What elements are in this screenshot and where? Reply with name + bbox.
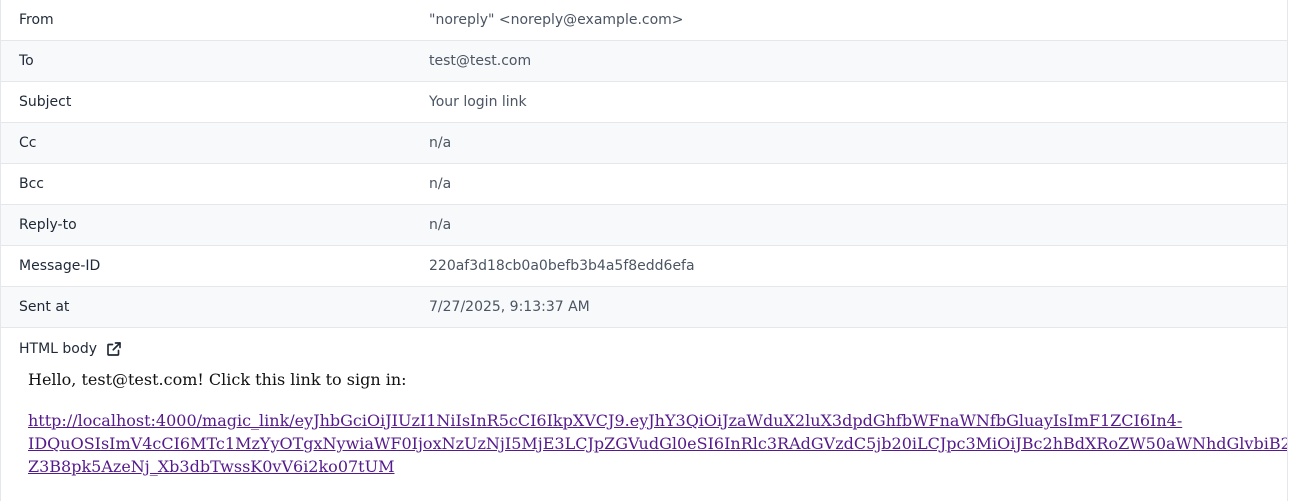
header-label: From [19,12,54,28]
header-value: test@test.com [429,53,532,69]
magic-link[interactable]: http://localhost:4000/magic_link/eyJhbGc… [28,409,1287,478]
header-value: n/a [429,135,452,151]
header-label: Cc [19,135,37,151]
header-label: Reply-to [19,217,77,233]
header-value: n/a [429,176,452,192]
header-label: Sent at [19,299,70,315]
header-label: Subject [19,94,72,110]
email-headers-table: From "noreply" <noreply@example.com> To … [1,0,1287,328]
header-row-subject: Subject Your login link [1,82,1287,123]
header-value: "noreply" <noreply@example.com> [429,12,684,28]
magic-link-line: IDQuOSIsImV4cCI6MTc1MzYyOTgxNywiaWF0Ijox… [28,434,1288,453]
external-link-icon[interactable] [105,340,123,358]
header-value: 220af3d18cb0a0befb3b4a5f8edd6efa [429,258,695,274]
header-row-bcc: Bcc n/a [1,164,1287,205]
header-row-cc: Cc n/a [1,123,1287,164]
html-body-label: HTML body [19,340,98,357]
header-value: n/a [429,217,452,233]
header-label: Bcc [19,176,44,192]
html-body-section-header: HTML body [1,328,1287,369]
header-row-message-id: Message-ID 220af3d18cb0a0befb3b4a5f8edd6… [1,246,1287,287]
email-detail-panel: From "noreply" <noreply@example.com> To … [0,0,1288,501]
header-value: 7/27/2025, 9:13:37 AM [429,299,590,315]
email-greeting: Hello, test@test.com! Click this link to… [28,370,407,389]
header-row-to: To test@test.com [1,41,1287,82]
header-row-from: From "noreply" <noreply@example.com> [1,0,1287,41]
header-row-reply-to: Reply-to n/a [1,205,1287,246]
magic-link-line: Z3B8pk5AzeNj_Xb3dbTwssK0vV6i2ko07tUM [28,457,395,476]
header-label: Message-ID [19,258,101,274]
magic-link-line: http://localhost:4000/magic_link/eyJhbGc… [28,411,1183,430]
header-row-sent-at: Sent at 7/27/2025, 9:13:37 AM [1,287,1287,328]
html-body-preview: Hello, test@test.com! Click this link to… [1,369,1287,478]
header-value: Your login link [429,94,527,110]
header-label: To [19,53,34,69]
